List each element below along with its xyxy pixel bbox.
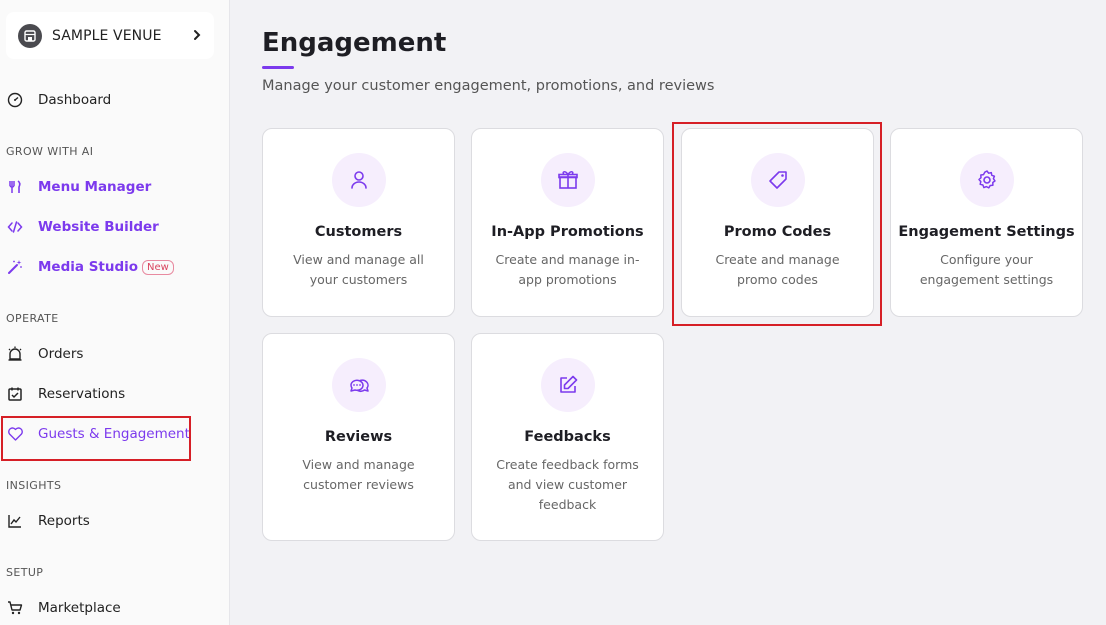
card-reviews[interactable]: Reviews View and manage customer reviews bbox=[262, 333, 455, 541]
sidebar-item-reservations[interactable]: Reservations bbox=[6, 381, 125, 407]
card-description: Create and manage in-app promotions bbox=[495, 252, 640, 287]
chevron-right-icon bbox=[192, 27, 202, 47]
section-insights: INSIGHTS bbox=[6, 479, 62, 492]
user-icon bbox=[331, 153, 386, 207]
calendar-check-icon bbox=[6, 385, 24, 403]
sidebar-item-label: Dashboard bbox=[38, 92, 112, 108]
sidebar-item-orders[interactable]: Orders bbox=[6, 341, 83, 367]
highlight-box-guests bbox=[1, 416, 191, 461]
gift-icon bbox=[540, 153, 595, 207]
card-customers[interactable]: Customers View and manage all your custo… bbox=[262, 128, 455, 317]
sidebar-item-label: Marketplace bbox=[38, 600, 121, 616]
card-description: Create feedback forms and view customer … bbox=[496, 457, 639, 512]
card-description: Configure your engagement settings bbox=[919, 252, 1054, 287]
sidebar-item-label: Media Studio bbox=[38, 259, 139, 275]
card-in-app-promotions[interactable]: In-App Promotions Create and manage in-a… bbox=[471, 128, 664, 317]
sidebar-item-label: Website Builder bbox=[38, 219, 159, 235]
section-setup: SETUP bbox=[6, 566, 44, 579]
highlight-box-promo-codes bbox=[672, 122, 882, 326]
sidebar-item-label: Orders bbox=[38, 346, 84, 362]
sidebar-item-website-builder[interactable]: Website Builder bbox=[6, 214, 159, 240]
card-title: Feedbacks bbox=[524, 429, 611, 445]
card-title: Engagement Settings bbox=[898, 224, 1075, 240]
chat-bubbles-icon bbox=[331, 358, 386, 412]
gear-icon bbox=[959, 153, 1014, 207]
sidebar-item-dashboard[interactable]: Dashboard bbox=[6, 87, 111, 113]
sidebar-item-reports[interactable]: Reports bbox=[6, 508, 90, 534]
card-description: View and manage all your customers bbox=[293, 252, 424, 287]
card-description: View and manage customer reviews bbox=[302, 457, 415, 492]
new-badge: New bbox=[142, 259, 174, 275]
sidebar-item-media-studio[interactable]: Media Studio New bbox=[6, 254, 174, 280]
sidebar-item-label: Menu Manager bbox=[38, 179, 152, 195]
cart-icon bbox=[6, 599, 24, 617]
sidebar-item-menu-manager[interactable]: Menu Manager bbox=[6, 174, 151, 200]
sidebar-item-label: Reports bbox=[38, 513, 90, 529]
edit-icon bbox=[540, 358, 595, 412]
section-grow-with-ai: GROW WITH AI bbox=[6, 145, 94, 158]
store-icon bbox=[18, 23, 42, 48]
code-icon bbox=[6, 218, 24, 236]
card-feedbacks[interactable]: Feedbacks Create feedback forms and view… bbox=[471, 333, 664, 541]
card-title: In-App Promotions bbox=[491, 224, 644, 240]
title-underline bbox=[262, 66, 294, 69]
sidebar-item-marketplace[interactable]: Marketplace bbox=[6, 595, 121, 621]
section-operate: OPERATE bbox=[6, 312, 59, 325]
alarm-bell-icon bbox=[6, 345, 24, 363]
card-title: Customers bbox=[314, 224, 403, 240]
venue-name: SAMPLE VENUE bbox=[52, 27, 162, 44]
sidebar: SAMPLE VENUE Dashboard GROW WITH AI Menu… bbox=[0, 0, 230, 625]
fork-knife-icon bbox=[6, 178, 24, 196]
sidebar-item-label: Reservations bbox=[38, 386, 126, 402]
page-subtitle: Manage your customer engagement, promoti… bbox=[262, 78, 715, 94]
line-chart-icon bbox=[6, 512, 24, 530]
page-title: Engagement bbox=[262, 28, 447, 58]
gauge-icon bbox=[6, 91, 24, 109]
venue-selector[interactable]: SAMPLE VENUE bbox=[6, 12, 214, 59]
card-title: Reviews bbox=[324, 429, 393, 445]
magic-wand-icon bbox=[6, 258, 24, 276]
card-engagement-settings[interactable]: Engagement Settings Configure your engag… bbox=[890, 128, 1083, 317]
